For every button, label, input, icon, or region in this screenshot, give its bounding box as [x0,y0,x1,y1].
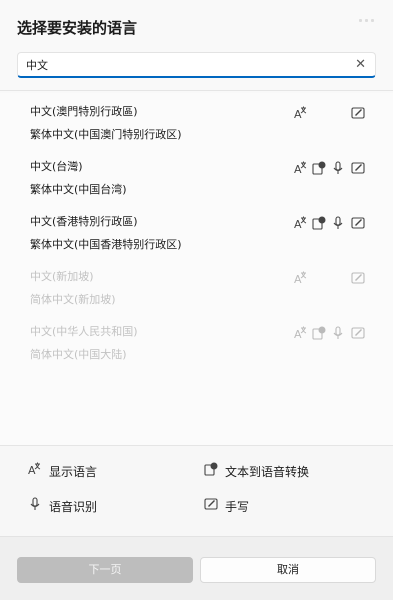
legend-label: 语音识别 [49,500,98,514]
svg-text:A: A [294,273,302,286]
language-name: 中文(新加坡) [30,270,94,283]
dialog-title: 选择要安装的语言 [17,19,138,37]
language-native-name: 繁体中文(中国香港特别行政区) [30,238,182,251]
text-to-speech-icon [311,160,327,176]
divider [0,90,393,91]
text-to-speech-icon [311,215,327,231]
language-list[interactable]: 中文(澳門特別行政區) 繁体中文(中国澳门特别行政区) A 中文(台灣) 繁体中… [0,93,393,445]
language-row-hongkong[interactable]: 中文(香港特別行政區) 繁体中文(中国香港特别行政区) A [0,203,393,258]
speech-recognition-icon [330,160,346,176]
text-to-speech-icon [203,461,219,477]
display-language-icon: A [293,325,309,341]
display-language-icon: A [27,461,43,477]
legend-label: 显示语言 [49,465,98,479]
language-name: 中文(中华人民共和国) [30,325,138,338]
handwriting-icon [350,160,366,176]
language-native-name: 简体中文(新加坡) [30,293,116,306]
svg-text:A: A [294,163,302,176]
language-name: 中文(澳門特別行政區) [30,105,138,118]
next-button[interactable]: 下一页 [17,557,193,583]
display-language-icon: A [293,160,309,176]
language-native-name: 简体中文(中国大陆) [30,348,127,361]
install-language-dialog: 选择要安装的语言 ✕ 中文(澳門特別行政區) 繁体中文(中国澳门特别行政区) A… [0,0,393,600]
display-language-icon: A [293,105,309,121]
text-to-speech-icon [311,325,327,341]
legend-label: 手写 [225,500,250,514]
language-row-macau[interactable]: 中文(澳門特別行政區) 繁体中文(中国澳门特别行政区) A [0,93,393,148]
speech-recognition-icon [330,325,346,341]
feature-legend: A 显示语言 文本到语音转换 语音识别 手写 [0,446,393,536]
dialog-footer: 下一页 取消 [0,536,393,600]
handwriting-icon [203,496,219,512]
language-row-prc: 中文(中华人民共和国) 简体中文(中国大陆) A [0,313,393,368]
display-language-icon: A [293,270,309,286]
search-input[interactable] [26,56,346,74]
svg-text:A: A [28,464,36,477]
cancel-button[interactable]: 取消 [200,557,376,583]
language-name: 中文(台灣) [30,160,83,173]
language-native-name: 繁体中文(中国澳门特别行政区) [30,128,182,141]
svg-text:A: A [294,328,302,341]
svg-text:A: A [294,108,302,121]
handwriting-icon [350,215,366,231]
window-controls [359,12,381,22]
speech-recognition-icon [27,496,43,512]
display-language-icon: A [293,215,309,231]
close-icon[interactable]: ✕ [355,57,366,73]
svg-text:A: A [294,218,302,231]
language-name: 中文(香港特別行政區) [30,215,138,228]
handwriting-icon [350,325,366,341]
handwriting-icon [350,270,366,286]
language-row-taiwan[interactable]: 中文(台灣) 繁体中文(中国台湾) A [0,148,393,203]
legend-label: 文本到语音转换 [225,465,310,479]
handwriting-icon [350,105,366,121]
speech-recognition-icon [330,215,346,231]
language-row-singapore: 中文(新加坡) 简体中文(新加坡) A [0,258,393,313]
language-native-name: 繁体中文(中国台湾) [30,183,127,196]
search-box[interactable]: ✕ [17,52,376,78]
